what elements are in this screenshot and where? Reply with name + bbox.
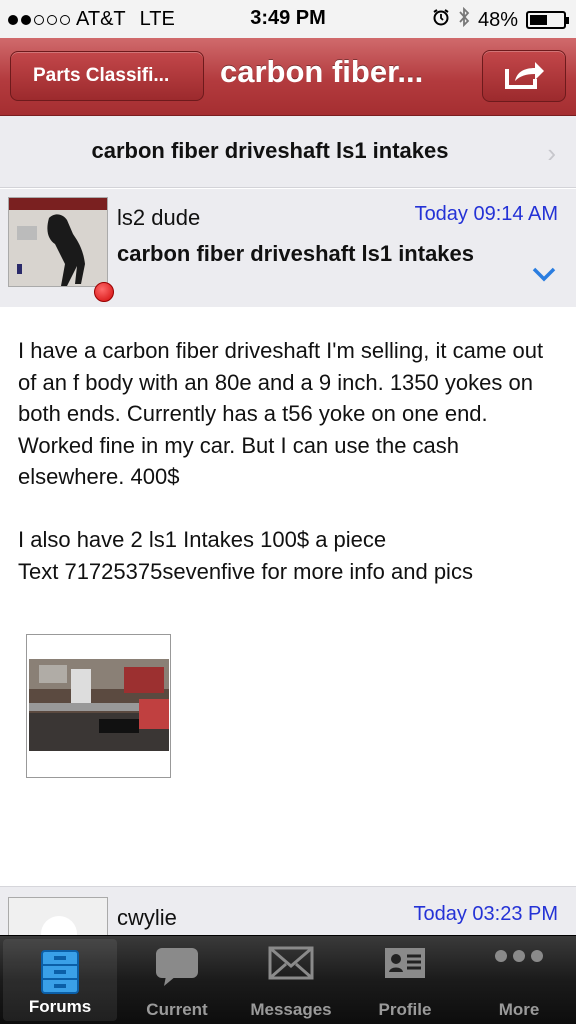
chevron-right-icon: ›	[547, 138, 556, 168]
back-button-label: Parts Classifi...	[33, 65, 170, 86]
avatar[interactable]	[8, 197, 108, 287]
thread-title: carbon fiber driveshaft ls1 intakes	[91, 138, 449, 163]
post-timestamp: Today 09:14 AM	[414, 203, 558, 225]
speech-bubble-icon	[154, 946, 200, 993]
tab-forums[interactable]: Forums	[3, 939, 117, 1021]
tab-label: Current	[146, 1000, 208, 1019]
post-paragraph: I have a carbon fiber driveshaft I'm sel…	[18, 338, 544, 489]
online-status-icon	[94, 282, 114, 302]
battery-percent: 48%	[477, 8, 518, 31]
status-bar: AT&T LTE 3:49 PM 48%	[0, 0, 576, 38]
post-author[interactable]: ls2 dude	[117, 205, 200, 231]
post-title: carbon fiber driveshaft ls1 intakes	[117, 241, 475, 266]
post-timestamp: Today 03:23 PM	[413, 903, 558, 925]
navigation-bar: Parts Classifi... carbon fiber...	[0, 38, 576, 116]
share-button[interactable]	[482, 50, 566, 102]
back-button[interactable]: Parts Classifi...	[10, 51, 204, 101]
post-body: I have a carbon fiber driveshaft I'm sel…	[18, 335, 563, 619]
tab-bar: Forums Current Messages Profile More	[0, 935, 576, 1024]
image-attachment[interactable]	[26, 634, 171, 778]
tab-label: More	[498, 1000, 540, 1019]
expand-chevron-icon[interactable]	[532, 261, 556, 289]
status-right: 48%	[432, 6, 569, 33]
forums-icon	[40, 949, 80, 1000]
tab-label: Forums	[28, 997, 92, 1016]
tab-messages[interactable]: Messages	[234, 936, 348, 1024]
post-header: ls2 dude Today 09:14 AM carbon fiber dri…	[0, 189, 576, 307]
envelope-icon	[268, 946, 314, 985]
attachment-image	[29, 659, 169, 751]
battery-icon	[526, 11, 569, 29]
tab-label: Profile	[378, 1000, 432, 1019]
tab-current[interactable]: Current	[120, 936, 234, 1024]
page-title: carbon fiber...	[220, 54, 424, 89]
share-icon	[503, 57, 545, 96]
more-dots-icon	[492, 946, 546, 971]
tab-more[interactable]: More	[462, 936, 576, 1024]
post-header: cwylie Today 03:23 PM	[0, 886, 576, 947]
id-card-icon	[383, 946, 427, 985]
tab-profile[interactable]: Profile	[348, 936, 462, 1024]
alarm-icon	[432, 8, 450, 32]
post-author[interactable]: cwylie	[117, 905, 177, 931]
tab-label: Messages	[250, 1000, 332, 1019]
thread-title-bar[interactable]: carbon fiber driveshaft ls1 intakes ›	[0, 116, 576, 188]
bluetooth-icon	[458, 6, 470, 33]
post-paragraph: I also have 2 ls1 Intakes 100$ a piece T…	[18, 527, 473, 584]
